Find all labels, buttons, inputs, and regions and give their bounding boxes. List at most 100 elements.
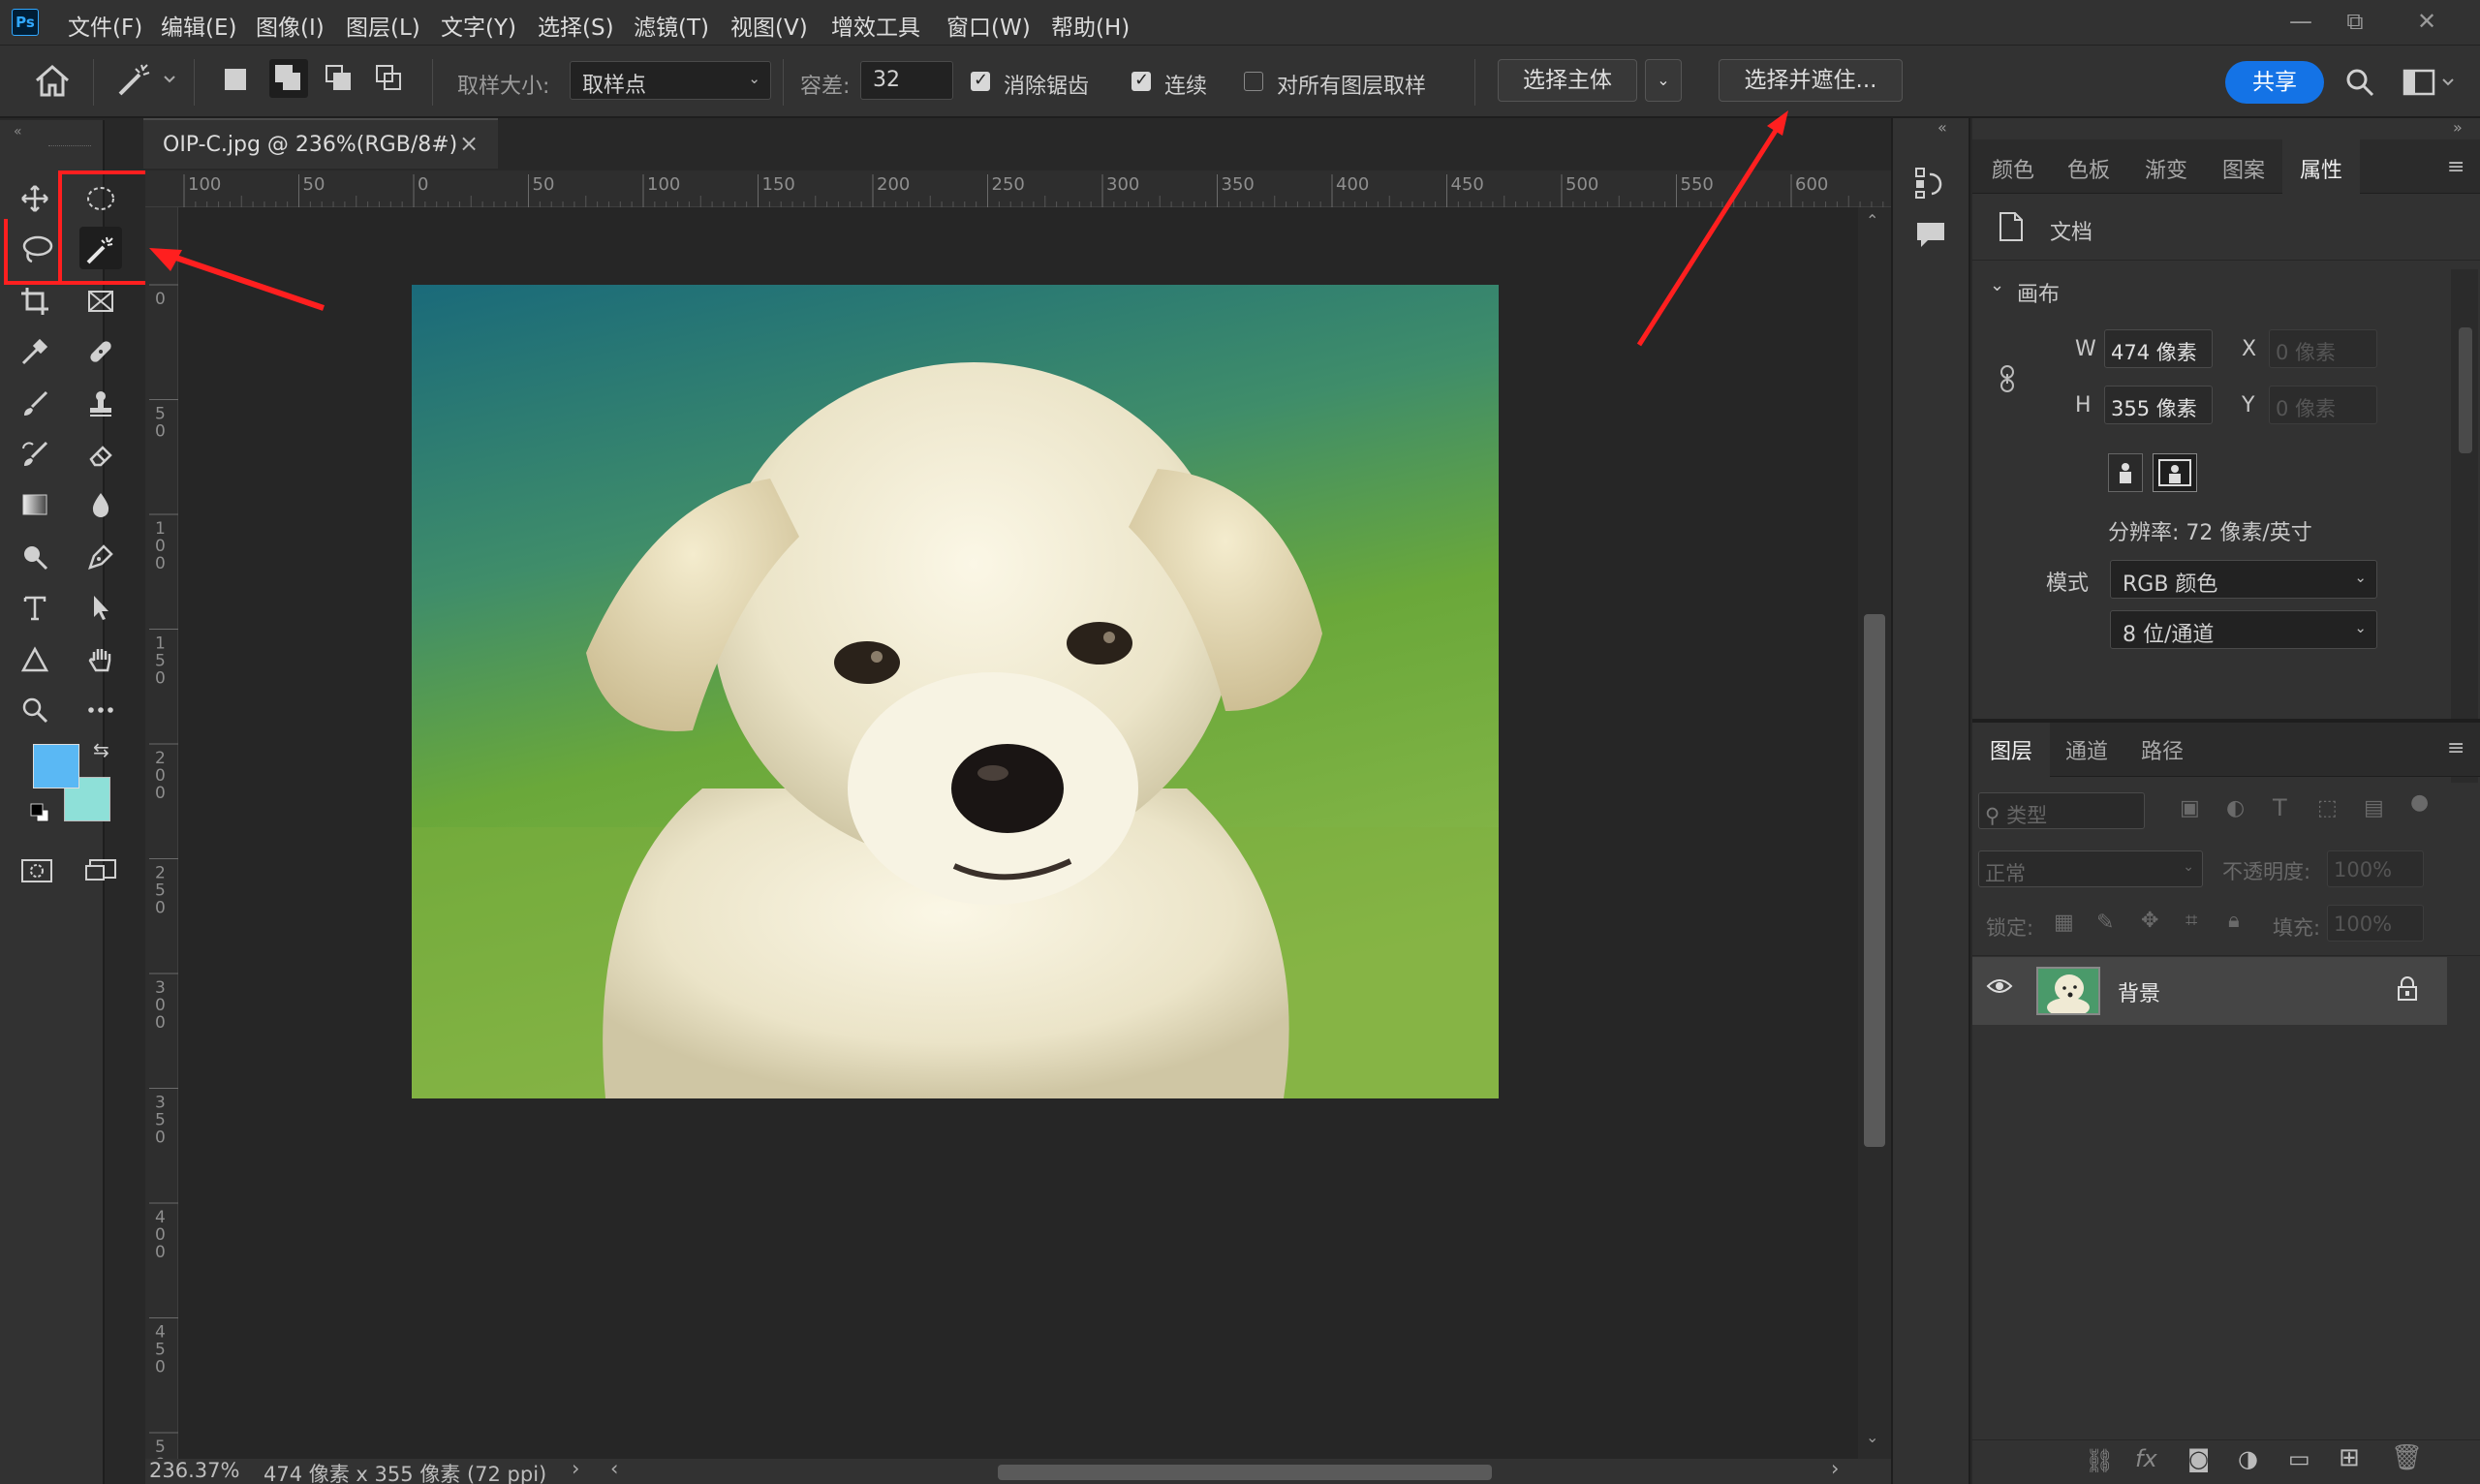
quick-mask-icon[interactable]	[16, 849, 58, 891]
layer-name[interactable]: 背景	[2118, 976, 2160, 1007]
tolerance-input[interactable]: 32	[860, 61, 953, 100]
select-and-mask-button[interactable]: 选择并遮住...	[1719, 59, 1903, 102]
close-window-button[interactable]: ✕	[2401, 4, 2453, 39]
expand-panel-icon[interactable]: »	[2453, 118, 2463, 137]
properties-scrollbar[interactable]	[2451, 269, 2478, 783]
tab-patterns[interactable]: 图案	[2222, 153, 2265, 184]
x-input[interactable]: 0 像素	[2269, 329, 2377, 368]
layer-filter-select[interactable]: ⚲ 类型	[1978, 792, 2145, 829]
panel-menu-icon[interactable]: ≡	[2447, 155, 2464, 179]
vertical-scroll-thumb[interactable]	[1864, 614, 1885, 1147]
filter-adjustment-icon[interactable]: ◐	[2226, 796, 2245, 820]
dodge-tool-icon[interactable]	[14, 535, 56, 577]
add-to-selection-icon[interactable]	[269, 59, 308, 98]
select-subject-button[interactable]: 选择主体	[1498, 59, 1637, 102]
zoom-tool-icon[interactable]	[14, 688, 56, 730]
width-input[interactable]: 474 像素	[2104, 329, 2213, 368]
history-icon[interactable]	[1914, 165, 1949, 205]
vertical-scrollbar[interactable]: ⌃ ⌄	[1858, 207, 1891, 1459]
intersect-selection-icon[interactable]	[376, 65, 405, 94]
tab-color[interactable]: 颜色	[1992, 153, 2034, 184]
scroll-right-icon[interactable]: ›	[1831, 1457, 1839, 1480]
landscape-orientation-icon[interactable]	[2153, 453, 2197, 492]
tab-channels[interactable]: 通道	[2065, 734, 2108, 765]
portrait-orientation-icon[interactable]	[2108, 453, 2143, 492]
new-group-icon[interactable]: ▭	[2288, 1445, 2310, 1472]
sample-all-layers-checkbox[interactable]	[1244, 72, 1263, 91]
menu-help[interactable]: 帮助(H)	[1051, 9, 1130, 42]
type-tool-icon[interactable]	[14, 585, 56, 628]
horizontal-scroll-thumb[interactable]	[998, 1465, 1492, 1480]
chevron-down-icon[interactable]: ⌄	[1990, 275, 2004, 295]
scroll-left-icon[interactable]: ‹	[610, 1457, 618, 1480]
tab-gradients[interactable]: 渐变	[2145, 153, 2187, 184]
menu-image[interactable]: 图像(I)	[256, 9, 325, 42]
close-tab-icon[interactable]: ×	[459, 130, 479, 157]
menu-file[interactable]: 文件(F)	[68, 9, 142, 42]
lock-artboard-icon[interactable]: ⌗	[2186, 909, 2197, 933]
lock-transparency-icon[interactable]: ▦	[2054, 911, 2074, 935]
collapse-icon[interactable]: «	[14, 124, 22, 139]
menu-window[interactable]: 窗口(W)	[946, 9, 1031, 42]
gradient-tool-icon[interactable]	[14, 482, 56, 525]
layers-menu-icon[interactable]: ≡	[2447, 736, 2464, 760]
link-layers-icon[interactable]: ⛓︎	[2085, 1447, 2114, 1474]
default-colors-icon[interactable]	[29, 802, 52, 831]
comments-icon[interactable]	[1914, 219, 1947, 258]
menu-type[interactable]: 文字(Y)	[441, 9, 516, 42]
tab-swatches[interactable]: 色板	[2067, 153, 2110, 184]
crop-tool-icon[interactable]	[14, 279, 56, 322]
tab-layers[interactable]: 图层	[1990, 734, 2032, 765]
share-button[interactable]: 共享	[2225, 61, 2324, 104]
eraser-tool-icon[interactable]	[79, 432, 122, 475]
foreground-color-swatch[interactable]	[33, 744, 79, 788]
sample-size-select[interactable]: 取样点 ⌄	[570, 61, 771, 100]
filter-toggle-icon[interactable]: ●	[2410, 790, 2429, 815]
move-tool-icon[interactable]	[14, 176, 56, 219]
collapse-panel-icon[interactable]: «	[1938, 118, 1947, 137]
subtract-from-selection-icon[interactable]	[326, 65, 355, 94]
lock-position-icon[interactable]: ✥	[2141, 909, 2158, 933]
contiguous-checkbox[interactable]	[1132, 70, 1151, 91]
layer-row[interactable]: 背景	[1972, 957, 2447, 1025]
path-selection-tool-icon[interactable]	[79, 585, 122, 628]
add-mask-icon[interactable]: ◙	[2187, 1445, 2210, 1472]
lock-pixels-icon[interactable]: ✎	[2096, 911, 2114, 935]
menu-select[interactable]: 选择(S)	[538, 9, 614, 42]
shape-tool-icon[interactable]	[14, 637, 56, 680]
search-icon[interactable]	[2344, 67, 2375, 104]
minimize-button[interactable]: —	[2275, 4, 2327, 39]
filter-pixel-icon[interactable]: ▣	[2180, 796, 2200, 820]
history-brush-tool-icon[interactable]	[14, 432, 56, 475]
eyedropper-tool-icon[interactable]	[14, 329, 56, 372]
document-tab[interactable]: OIP-C.jpg @ 236%(RGB/8#) ×	[143, 118, 498, 169]
menu-plugins[interactable]: 增效工具	[831, 9, 920, 42]
home-icon[interactable]	[33, 63, 72, 104]
anti-alias-checkbox[interactable]	[971, 70, 990, 91]
tab-paths[interactable]: 路径	[2141, 734, 2184, 765]
frame-tool-icon[interactable]	[79, 279, 122, 322]
filter-smart-object-icon[interactable]: ▤	[2364, 796, 2384, 820]
healing-brush-tool-icon[interactable]	[79, 329, 122, 372]
workspace-icon[interactable]	[2402, 69, 2457, 102]
swap-colors-icon[interactable]: ⇆	[93, 738, 109, 761]
pen-tool-icon[interactable]	[79, 535, 122, 577]
y-input[interactable]: 0 像素	[2269, 386, 2377, 424]
canvas-area[interactable]	[178, 207, 1858, 1459]
clone-stamp-tool-icon[interactable]	[79, 382, 122, 424]
screen-mode-icon[interactable]	[79, 849, 122, 891]
chevron-right-icon[interactable]: ›	[572, 1457, 579, 1480]
blur-tool-icon[interactable]	[79, 482, 122, 525]
filter-type-icon[interactable]: T	[2273, 794, 2287, 821]
lock-icon[interactable]	[2397, 976, 2418, 1007]
menu-filter[interactable]: 滤镜(T)	[634, 9, 709, 42]
new-layer-icon[interactable]: ⊞	[2339, 1443, 2360, 1472]
bit-depth-select[interactable]: 8 位/通道 ⌄	[2110, 610, 2377, 649]
menu-edit[interactable]: 编辑(E)	[161, 9, 236, 42]
more-tools-icon[interactable]	[79, 688, 122, 730]
fill-input[interactable]: 100%	[2327, 905, 2424, 942]
magic-wand-preset-icon[interactable]	[114, 61, 176, 106]
new-selection-icon[interactable]	[225, 69, 246, 90]
filter-shape-icon[interactable]: ⬚	[2317, 796, 2338, 820]
blend-mode-select[interactable]: 正常 ⌄	[1978, 850, 2203, 887]
